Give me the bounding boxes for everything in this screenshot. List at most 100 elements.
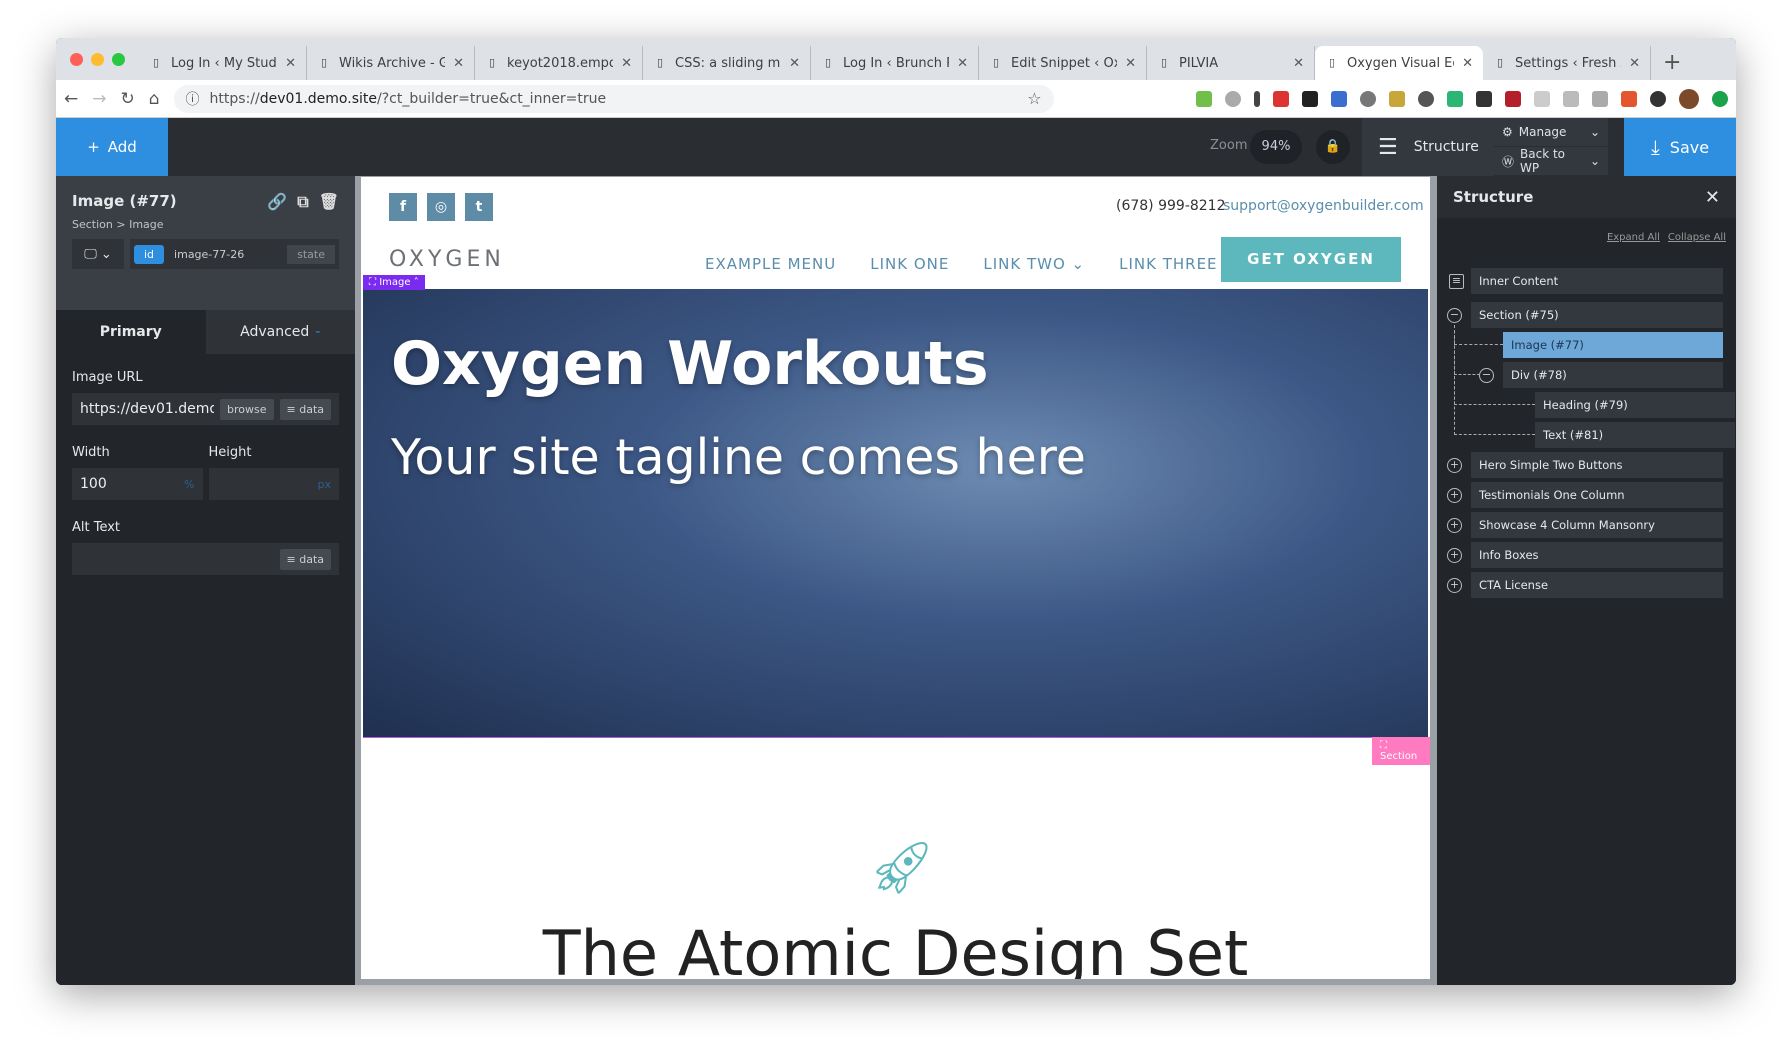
width-value[interactable]: 100 xyxy=(80,476,178,492)
extension-icon[interactable] xyxy=(1331,90,1347,107)
browser-tab[interactable]: ▯ CSS: a sliding me ✕ xyxy=(643,46,811,80)
email-link[interactable]: support@oxygenbuilder.com xyxy=(1223,198,1424,214)
extension-icon[interactable] xyxy=(1534,90,1550,107)
height-unit[interactable]: px xyxy=(318,478,332,491)
site-logo[interactable]: OXYGEN xyxy=(389,247,505,272)
minimize-window-button[interactable] xyxy=(91,52,104,66)
expand-icon[interactable]: + xyxy=(1447,518,1462,533)
extension-icon[interactable] xyxy=(1273,90,1289,107)
new-tab-button[interactable]: + xyxy=(1651,50,1693,75)
trash-icon[interactable]: 🗑 xyxy=(319,192,339,212)
browser-tab[interactable]: ▯ Wikis Archive - Gi ✕ xyxy=(307,46,475,80)
close-tab-icon[interactable]: ✕ xyxy=(285,56,296,71)
extension-icon[interactable] xyxy=(1505,90,1521,107)
tab-advanced[interactable]: Advanced - xyxy=(205,310,355,354)
expand-icon[interactable]: + xyxy=(1447,488,1462,503)
twitter-icon[interactable]: t xyxy=(465,193,493,221)
tree-node[interactable]: Text (#81) xyxy=(1535,422,1735,448)
width-unit[interactable]: % xyxy=(184,478,194,491)
close-tab-icon[interactable]: ✕ xyxy=(789,56,800,71)
data-button[interactable]: ≡ data xyxy=(279,398,331,420)
close-window-button[interactable] xyxy=(70,52,83,66)
state-button[interactable]: state xyxy=(287,244,335,264)
menu-item[interactable]: EXAMPLE MENU xyxy=(705,255,836,273)
lock-icon[interactable]: 🔒 xyxy=(1316,130,1350,164)
width-field[interactable]: 100% xyxy=(72,468,203,500)
browser-tab[interactable]: ▯ Settings ‹ Fresh A ✕ xyxy=(1483,46,1651,80)
browser-tab[interactable]: ▯ keyot2018.empow ✕ xyxy=(475,46,643,80)
info-icon[interactable]: ⓘ xyxy=(186,89,200,109)
extension-icon[interactable] xyxy=(1418,90,1434,107)
image-element-label[interactable]: ⛶ Image ˄ xyxy=(363,275,425,290)
close-tab-icon[interactable]: ✕ xyxy=(1629,56,1640,71)
collapse-icon[interactable]: − xyxy=(1447,308,1462,323)
extension-icon[interactable] xyxy=(1360,90,1376,107)
tree-node[interactable]: CTA License xyxy=(1471,572,1723,598)
profile-avatar[interactable] xyxy=(1679,88,1699,109)
close-tab-icon[interactable]: ✕ xyxy=(621,56,632,71)
close-tab-icon[interactable]: ✕ xyxy=(453,56,464,71)
facebook-icon[interactable]: f xyxy=(389,193,417,221)
extension-icon[interactable] xyxy=(1302,90,1318,107)
data-button[interactable]: ≡ data xyxy=(279,548,331,570)
browser-tab[interactable]: ▯ Edit Snippet ‹ Oxy ✕ xyxy=(979,46,1147,80)
extension-icon[interactable] xyxy=(1225,90,1241,107)
forward-icon[interactable]: → xyxy=(92,89,106,109)
menu-item[interactable]: LINK THREE xyxy=(1119,255,1217,273)
maximize-window-button[interactable] xyxy=(112,52,125,66)
structure-button[interactable]: ☰ Structure xyxy=(1362,118,1494,176)
extension-icon[interactable] xyxy=(1650,90,1666,107)
tree-node[interactable]: Testimonials One Column xyxy=(1471,482,1723,508)
expand-icon[interactable]: + xyxy=(1447,578,1462,593)
url-input[interactable]: ⓘ https://dev01.demo.site/?ct_builder=tr… xyxy=(173,84,1054,113)
home-icon[interactable]: ⌂ xyxy=(149,89,160,109)
extension-icon[interactable] xyxy=(1389,90,1405,107)
menu-item[interactable]: LINK TWO ⌄ xyxy=(983,255,1085,273)
tree-node[interactable]: Hero Simple Two Buttons xyxy=(1471,452,1723,478)
id-tag[interactable]: id xyxy=(134,244,165,264)
tree-node[interactable]: Inner Content xyxy=(1471,268,1723,294)
extension-icon[interactable] xyxy=(1254,90,1260,107)
extension-icon[interactable] xyxy=(1196,90,1212,107)
extension-icon[interactable] xyxy=(1621,90,1637,107)
bookmark-star-icon[interactable]: ☆ xyxy=(1027,89,1041,108)
image-url-value[interactable]: https://dev01.demo.si xyxy=(80,401,214,417)
id-value[interactable]: image-77-26 xyxy=(174,248,244,261)
section-element-label[interactable]: ⛶ Section xyxy=(1372,737,1430,765)
image-url-field[interactable]: https://dev01.demo.si browse≡ data xyxy=(72,393,339,425)
expand-icon[interactable]: + xyxy=(1447,458,1462,473)
extension-icon[interactable] xyxy=(1563,90,1579,107)
close-tab-icon[interactable]: ✕ xyxy=(957,56,968,71)
tree-node[interactable]: Div (#78) xyxy=(1503,362,1723,388)
close-tab-icon[interactable]: ✕ xyxy=(1293,56,1304,71)
expand-icon[interactable]: + xyxy=(1447,548,1462,563)
back-to-wp-button[interactable]: Ⓦ Back to WP ⌄ xyxy=(1494,147,1608,176)
tree-node[interactable]: Info Boxes xyxy=(1471,542,1723,568)
link-icon[interactable]: 🔗 xyxy=(267,192,287,212)
extension-icon[interactable] xyxy=(1592,90,1608,107)
get-oxygen-button[interactable]: GET OXYGEN xyxy=(1221,237,1401,282)
tree-node[interactable]: Showcase 4 Column Mansonry xyxy=(1471,512,1723,538)
tab-primary[interactable]: Primary xyxy=(56,310,206,354)
instagram-icon[interactable]: ◎ xyxy=(427,193,455,221)
manage-button[interactable]: ⚙ Manage ⌄ xyxy=(1494,118,1608,147)
extension-icon[interactable] xyxy=(1712,90,1728,107)
duplicate-icon[interactable]: ⧉ xyxy=(297,192,308,212)
hero-image[interactable]: Oxygen Workouts Your site tagline comes … xyxy=(363,289,1428,738)
document-icon[interactable]: ≡ xyxy=(1449,274,1464,289)
browser-tab[interactable]: ▯ Log In ‹ My Studio ✕ xyxy=(139,46,307,80)
extension-icon[interactable] xyxy=(1476,90,1492,107)
reload-icon[interactable]: ↻ xyxy=(121,89,135,109)
save-button[interactable]: ⤓ Save xyxy=(1624,118,1736,176)
tree-node[interactable]: Heading (#79) xyxy=(1535,392,1735,418)
device-selector[interactable]: 🖵 ⌄ xyxy=(72,239,124,269)
back-icon[interactable]: ← xyxy=(64,89,78,109)
height-field[interactable]: px xyxy=(208,468,339,500)
tree-node[interactable]: Image (#77) xyxy=(1503,332,1723,358)
extension-icon[interactable] xyxy=(1447,90,1463,107)
alt-text-field[interactable]: ≡ data xyxy=(72,543,339,575)
menu-item[interactable]: LINK ONE xyxy=(870,255,949,273)
browser-tab[interactable]: ▯ PILVIA ✕ xyxy=(1147,46,1315,80)
browse-button[interactable]: browse xyxy=(220,398,274,420)
close-tab-icon[interactable]: ✕ xyxy=(1125,56,1136,71)
